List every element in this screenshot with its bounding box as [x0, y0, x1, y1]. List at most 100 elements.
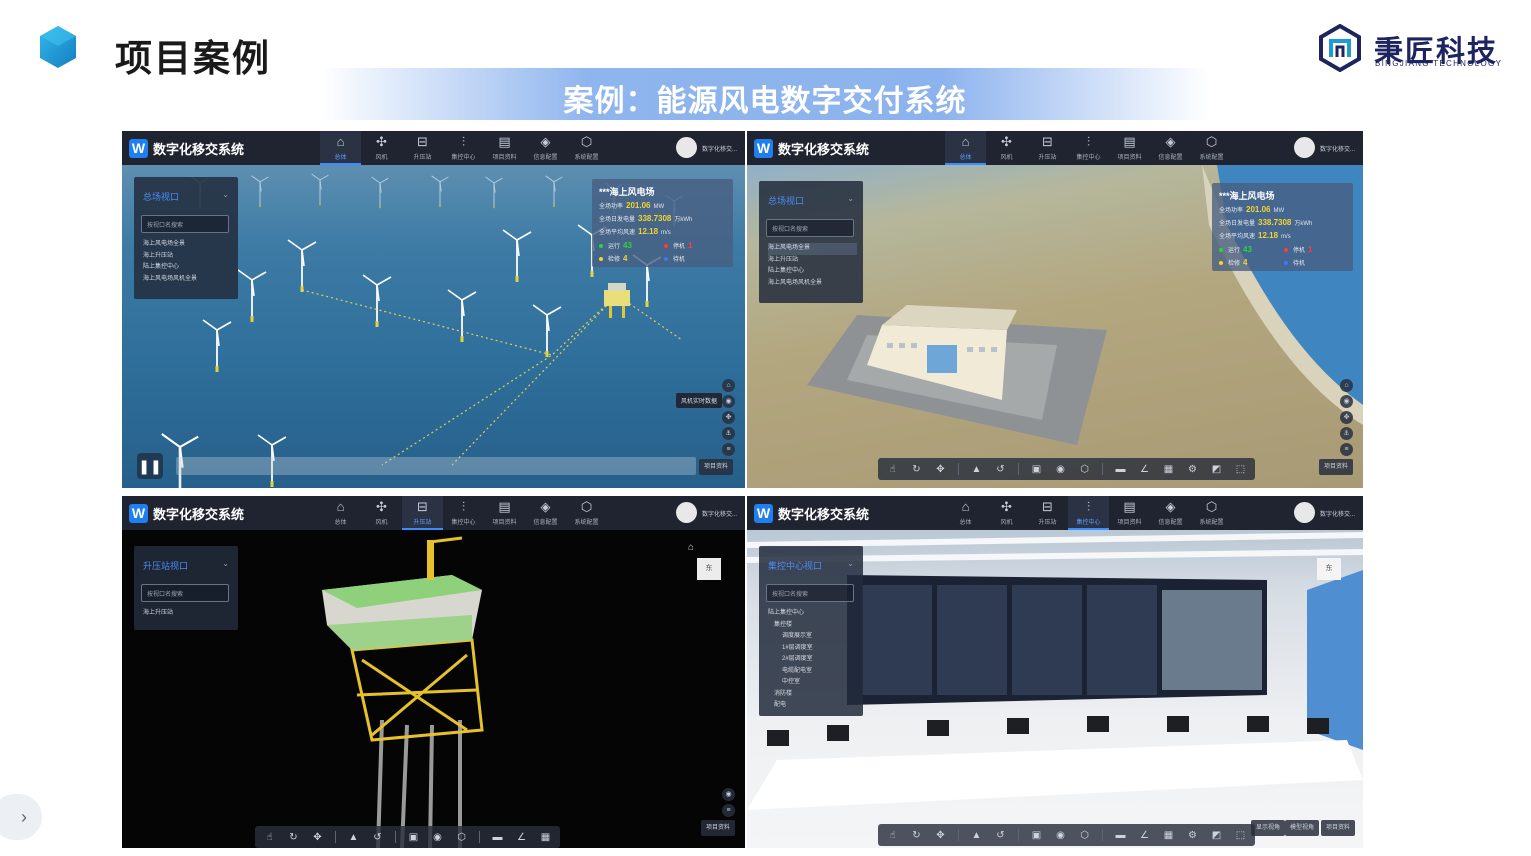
display-view-button[interactable]: 显示视角	[1250, 820, 1285, 836]
nav-control-center[interactable]: ⫶ 集控中心	[443, 131, 484, 165]
nav-substation[interactable]: ⊟ 升压站	[1027, 131, 1068, 165]
undo-icon[interactable]: ↺	[994, 830, 1007, 841]
view-cube[interactable]: 东	[1317, 558, 1341, 580]
anchor-icon[interactable]: ⚓	[722, 427, 735, 440]
select-icon[interactable]: ☝	[263, 832, 276, 843]
rotate-icon[interactable]: ↻	[287, 832, 300, 843]
viewport-search-input[interactable]: 按视口名搜索	[766, 219, 854, 237]
nav-documents[interactable]: ▤ 项目资料	[484, 496, 525, 530]
grid-icon[interactable]: ▦	[1162, 464, 1175, 475]
layers-icon[interactable]: ≡	[1340, 443, 1353, 456]
home-icon[interactable]: ⌂	[1340, 379, 1353, 392]
rotate-icon[interactable]: ↻	[910, 830, 923, 841]
nav-overview[interactable]: ⌂ 总体	[945, 496, 986, 530]
camera-icon[interactable]: ◉	[722, 788, 735, 801]
nav-system-config[interactable]: ⬡ 系统配置	[1191, 131, 1232, 165]
viewport-item[interactable]: 海上升压站	[768, 255, 857, 267]
nav-documents[interactable]: ▤ 项目资料	[1109, 496, 1150, 530]
viewport-item[interactable]: 陆上集控中心	[768, 608, 857, 620]
measure-icon[interactable]: ▲	[970, 464, 983, 475]
viewport-item[interactable]: 配电	[768, 700, 857, 712]
frame-icon[interactable]: ⬚	[1234, 464, 1247, 475]
nav-documents[interactable]: ▤ 项目资料	[484, 131, 525, 165]
viewport-item[interactable]: 1#层调度室	[768, 643, 857, 655]
project-docs-button[interactable]: 项目资料	[700, 820, 735, 836]
chevron-down-icon[interactable]: ⌄	[222, 190, 229, 199]
cube-icon[interactable]: ⬡	[1078, 464, 1091, 475]
view-cube[interactable]: 东	[697, 558, 721, 580]
section-icon[interactable]: ▬	[1114, 464, 1127, 475]
grid-icon[interactable]: ▦	[539, 832, 552, 843]
measure-icon[interactable]: ▲	[970, 830, 983, 841]
viewport-item[interactable]: 海上风电场全景	[768, 243, 857, 255]
pan-icon[interactable]: ✥	[311, 832, 324, 843]
home-icon[interactable]: ⌂	[1305, 542, 1311, 553]
anchor-icon[interactable]: ⚓	[1340, 427, 1353, 440]
project-docs-button[interactable]: 项目资料	[1320, 820, 1355, 836]
viewport-search-input[interactable]: 按视口名搜索	[766, 584, 854, 602]
pause-button[interactable]: ❚❚	[137, 453, 163, 479]
box-icon[interactable]: ▣	[407, 832, 420, 843]
move-icon[interactable]: ✥	[1340, 411, 1353, 424]
viewport-item[interactable]: 陆上集控中心	[768, 266, 857, 278]
project-docs-button[interactable]: 项目资料	[698, 459, 733, 475]
undo-icon[interactable]: ↺	[371, 832, 384, 843]
avatar[interactable]	[1294, 137, 1315, 158]
home-icon[interactable]: ⌂	[722, 379, 735, 392]
layers-icon[interactable]: ≡	[722, 443, 735, 456]
nav-system-config[interactable]: ⬡ 系统配置	[566, 131, 607, 165]
camera-icon[interactable]: ◉	[722, 395, 735, 408]
viewport-item[interactable]: 中控室	[768, 677, 857, 689]
project-docs-button[interactable]: 项目资料	[1318, 459, 1353, 475]
user-name[interactable]: 数字化移交...	[702, 144, 737, 153]
nav-info-config[interactable]: ◈ 信息配置	[525, 496, 566, 530]
select-icon[interactable]: ☝	[886, 830, 899, 841]
nav-turbine[interactable]: ✣ 风机	[986, 131, 1027, 165]
nav-turbine[interactable]: ✣ 风机	[361, 496, 402, 530]
viewport-item[interactable]: 电缆配电室	[768, 666, 857, 678]
nav-documents[interactable]: ▤ 项目资料	[1109, 131, 1150, 165]
nav-substation[interactable]: ⊟ 升压站	[402, 496, 443, 530]
nav-control-center[interactable]: ⫶ 集控中心	[1068, 131, 1109, 165]
viewport-item[interactable]: 海上升压站	[143, 608, 232, 620]
viewport-item[interactable]: 2#层调度室	[768, 654, 857, 666]
cube-icon[interactable]: ⬡	[455, 832, 468, 843]
box-icon[interactable]: ▣	[1030, 464, 1043, 475]
viewport-item[interactable]: 调度展示室	[768, 631, 857, 643]
home-icon[interactable]: ⌂	[688, 542, 694, 553]
angle-icon[interactable]: ∠	[1138, 464, 1151, 475]
avatar[interactable]	[676, 502, 697, 523]
frame-icon[interactable]: ⬚	[1234, 830, 1247, 841]
camera-icon[interactable]: ◉	[1340, 395, 1353, 408]
section-icon[interactable]: ▬	[491, 832, 504, 843]
nav-info-config[interactable]: ◈ 信息配置	[1150, 131, 1191, 165]
select-icon[interactable]: ☝	[886, 464, 899, 475]
nav-control-center[interactable]: ⫶ 集控中心	[443, 496, 484, 530]
nav-system-config[interactable]: ⬡ 系统配置	[566, 496, 607, 530]
user-name[interactable]: 数字化移交...	[1320, 509, 1355, 518]
nav-substation[interactable]: ⊟ 升压站	[402, 131, 443, 165]
eye-icon[interactable]: ◉	[431, 832, 444, 843]
grid-icon[interactable]: ▦	[1162, 830, 1175, 841]
nav-control-center[interactable]: ⫶ 集控中心	[1068, 496, 1109, 530]
viewport-search-input[interactable]: 按视口名搜索	[141, 584, 229, 602]
user-name[interactable]: 数字化移交...	[702, 509, 737, 518]
pan-icon[interactable]: ✥	[934, 464, 947, 475]
fill-icon[interactable]: ◩	[1210, 830, 1223, 841]
chevron-down-icon[interactable]: ⌄	[847, 559, 854, 568]
eye-icon[interactable]: ◉	[1054, 464, 1067, 475]
avatar[interactable]	[1294, 502, 1315, 523]
layers-icon[interactable]: ≡	[722, 804, 735, 817]
nav-substation[interactable]: ⊟ 升压站	[1027, 496, 1068, 530]
avatar[interactable]	[676, 137, 697, 158]
viewport-search-input[interactable]: 按视口名搜索	[141, 215, 229, 233]
nav-overview[interactable]: ⌂ 总体	[945, 131, 986, 165]
move-icon[interactable]: ✥	[722, 411, 735, 424]
nav-info-config[interactable]: ◈ 信息配置	[525, 131, 566, 165]
measure-icon[interactable]: ▲	[347, 832, 360, 843]
rotate-icon[interactable]: ↻	[910, 464, 923, 475]
nav-info-config[interactable]: ◈ 信息配置	[1150, 496, 1191, 530]
viewport-item[interactable]: 消防楼	[768, 689, 857, 701]
box-icon[interactable]: ▣	[1030, 830, 1043, 841]
cube-icon[interactable]: ⬡	[1078, 830, 1091, 841]
